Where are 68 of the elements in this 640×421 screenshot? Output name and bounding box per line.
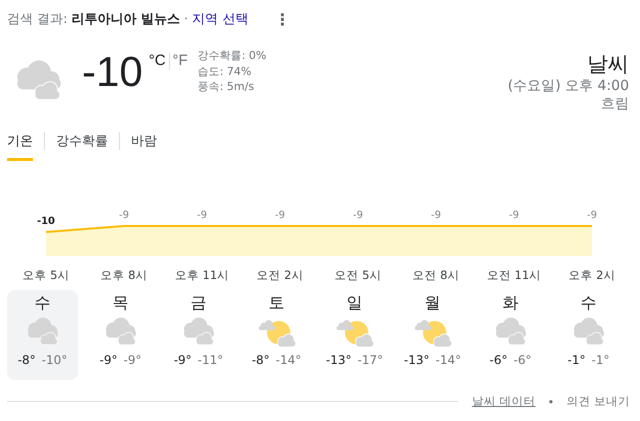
day-label: 월 — [424, 293, 440, 313]
low-temperature: -11° — [198, 353, 224, 368]
current-time: (수요일) 오후 4:00 — [508, 77, 629, 95]
separator-dot: • — [548, 394, 554, 408]
hour-label: 오전 2시 — [256, 268, 304, 282]
day-card[interactable]: 화 -6° -6° — [475, 290, 546, 380]
location-name: 리투아니아 빌뉴스 — [72, 11, 180, 28]
hour-label: 오전 5시 — [334, 268, 382, 282]
day-card[interactable]: 수 -1° -1° — [553, 290, 624, 380]
low-temperature: -14° — [436, 353, 462, 368]
day-card[interactable]: 월 -13° -14° — [397, 290, 468, 380]
high-temperature: -13° — [326, 353, 352, 368]
tab[interactable]: 바람 — [131, 132, 157, 161]
day-card[interactable]: 금 -9° -11° — [163, 290, 234, 380]
unit-toggle[interactable]: °F — [172, 52, 188, 70]
high-temperature: -9° — [100, 353, 118, 368]
temperature-label: -9 — [509, 210, 519, 221]
separator-dot: · — [184, 12, 188, 26]
day-card[interactable]: 목 -9° -9° — [85, 290, 156, 380]
unit-toggle[interactable]: °C — [148, 52, 166, 70]
day-card[interactable]: 토 -8° -14° — [241, 290, 312, 380]
high-temperature: -13° — [404, 353, 430, 368]
weather-title: 날씨 — [586, 51, 629, 77]
day-label: 목 — [112, 293, 128, 313]
search-result-label: 검색 결과: — [7, 11, 68, 28]
day-label: 수 — [580, 293, 596, 313]
hour-label: 오후 8시 — [100, 268, 148, 282]
high-temperature: -8° — [252, 353, 270, 368]
tab[interactable]: 강수확률 — [56, 132, 108, 161]
low-temperature: -9° — [124, 353, 142, 368]
hour-label: 오후 11시 — [174, 268, 230, 282]
day-label: 수 — [34, 293, 50, 313]
temperature-label: -9 — [119, 210, 129, 221]
hour-label: 오후 2시 — [568, 268, 616, 282]
temperature-label: -9 — [197, 210, 207, 221]
low-temperature: -17° — [358, 353, 384, 368]
hour-label: 오전 8시 — [412, 268, 460, 282]
high-temperature: -6° — [490, 353, 508, 368]
day-label: 화 — [502, 293, 518, 313]
day-card[interactable]: 일 -13° -17° — [319, 290, 390, 380]
current-temperature: -10 — [82, 48, 143, 96]
tab[interactable]: 기온 — [7, 132, 33, 161]
low-temperature: -1° — [592, 353, 610, 368]
more-menu-button[interactable]: ⋮ — [270, 10, 294, 28]
low-temperature: -10° — [42, 353, 68, 368]
temperature-label: -9 — [587, 210, 597, 221]
low-temperature: -6° — [514, 353, 532, 368]
hour-label: 오후 5시 — [22, 268, 70, 282]
low-temperature: -14° — [276, 353, 302, 368]
day-label: 일 — [346, 293, 362, 313]
temperature-label: -10 — [36, 216, 56, 227]
day-card[interactable]: 수 -8° -10° — [7, 290, 78, 380]
weather-data-link[interactable]: 날씨 데이터 — [472, 394, 536, 409]
high-temperature: -8° — [18, 353, 36, 368]
day-label: 금 — [190, 293, 206, 313]
high-temperature: -1° — [568, 353, 586, 368]
feedback-link[interactable]: 의견 보내기 — [566, 394, 630, 409]
day-label: 토 — [268, 293, 284, 313]
weather-detail: 풍속: 5m/s — [198, 79, 256, 94]
temperature-label: -9 — [353, 210, 363, 221]
hour-label: 오전 11시 — [486, 268, 542, 282]
temperature-label: -9 — [275, 210, 285, 221]
temperature-label: -9 — [431, 210, 441, 221]
weather-condition: 흐림 — [600, 95, 629, 113]
weather-detail: 습도: 74% — [198, 64, 252, 79]
high-temperature: -9° — [174, 353, 192, 368]
weather-detail: 강수확률: 0% — [198, 48, 266, 64]
choose-region-link[interactable]: 지역 선택 — [192, 10, 248, 28]
